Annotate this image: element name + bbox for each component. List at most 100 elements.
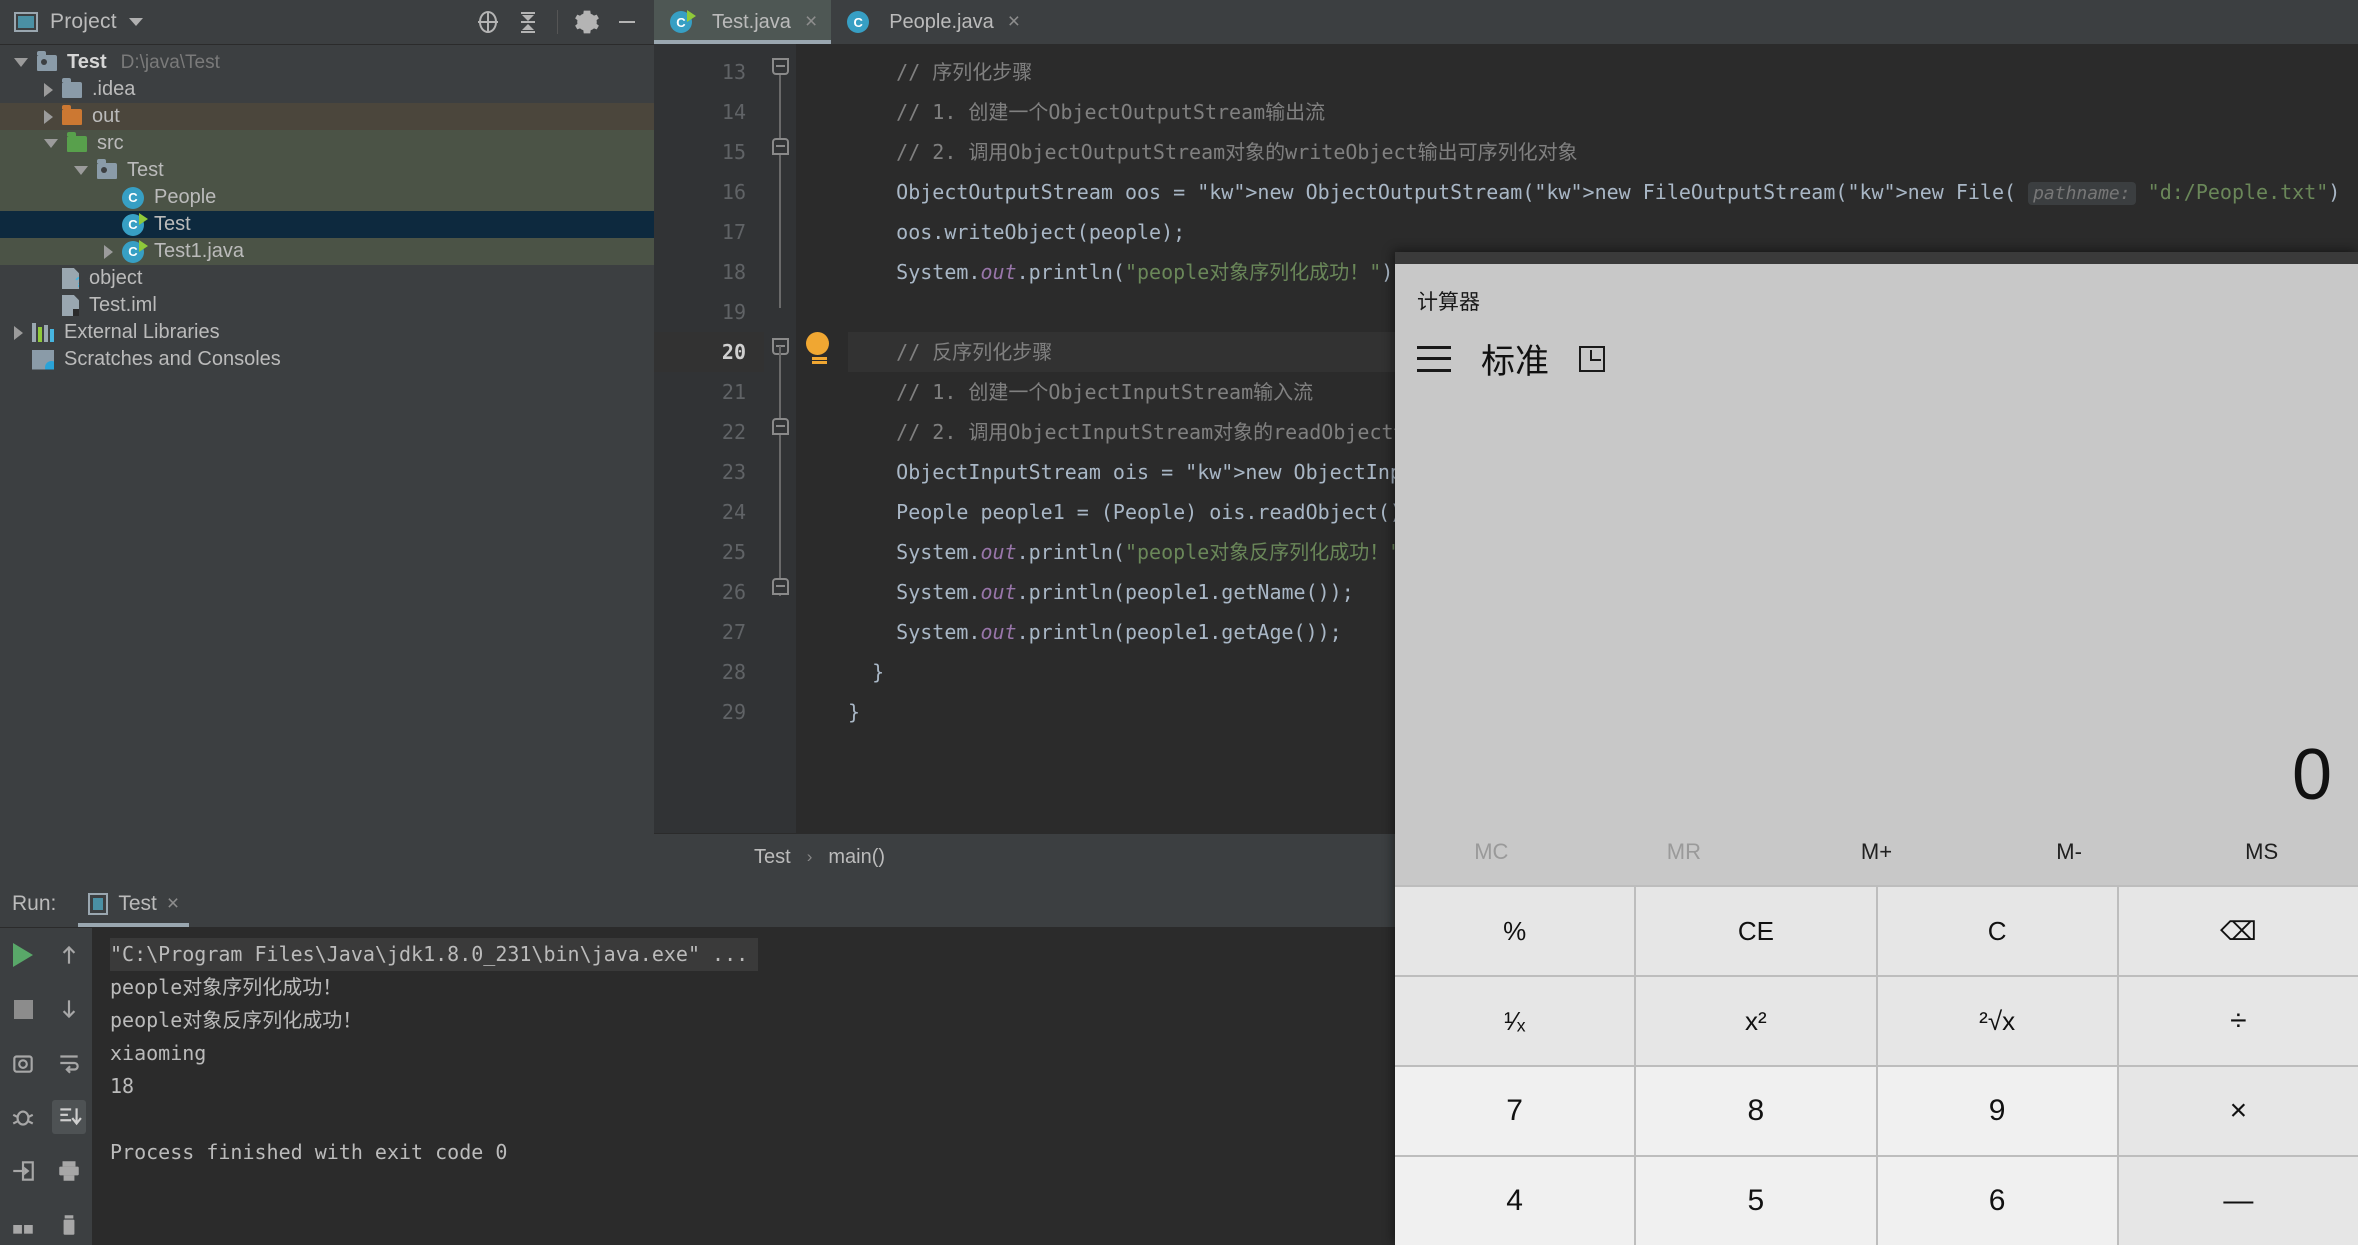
intention-bulb-strip[interactable] [796,44,848,834]
gear-icon[interactable] [570,5,604,39]
line-number[interactable]: 25 [654,532,764,572]
line-number[interactable]: 21 [654,372,764,412]
tree-item-people[interactable]: C People [0,184,654,211]
calc-key-7[interactable]: 7 [1395,1067,1635,1155]
tree-item-label: Test1.java [154,240,245,262]
code-line[interactable]: ObjectOutputStream oos = "kw">new Object… [848,172,2358,212]
layout-icon[interactable] [6,1208,40,1242]
run-configuration-tab[interactable]: Test × [74,880,193,927]
calc-key-6[interactable]: 6 [1877,1157,2117,1245]
memory-button-mplus[interactable]: M+ [1780,839,1973,865]
line-number[interactable]: 18 [654,252,764,292]
tree-item-external-libraries[interactable]: External Libraries [0,319,654,346]
toolbar-divider [557,10,558,34]
tree-item-src[interactable]: src [0,130,654,157]
calc-key-[interactable]: % [1395,887,1635,975]
calc-key-x[interactable]: x² [1636,977,1876,1065]
code-line[interactable]: oos.writeObject(people); [848,212,2358,252]
tree-item-label: Test [154,213,191,235]
calc-key-8[interactable]: 8 [1636,1067,1876,1155]
chevron-closed-icon[interactable] [44,82,53,97]
code-line[interactable]: // 2. 调用ObjectOutputStream对象的writeObject… [848,132,2358,172]
line-number[interactable]: 28 [654,652,764,692]
chevron-open-icon[interactable] [14,58,28,67]
arrow-up-icon[interactable] [52,938,86,972]
calc-key-x[interactable]: ²√x [1877,977,2117,1065]
calc-key-4[interactable]: 4 [1395,1157,1635,1245]
chevron-closed-icon[interactable] [44,109,53,124]
lightbulb-icon[interactable] [806,332,832,360]
chevron-closed-icon[interactable] [14,325,23,340]
import-icon[interactable] [6,1154,40,1188]
soft-wrap-icon[interactable] [52,1046,86,1080]
close-icon[interactable]: × [167,892,179,916]
calc-key-CE[interactable]: CE [1636,887,1876,975]
project-tree[interactable]: Test D:\java\Test .idea out src Test C People C T… [0,45,654,373]
line-number[interactable]: 27 [654,612,764,652]
calc-key-5[interactable]: 5 [1636,1157,1876,1245]
tree-item-test-iml[interactable]: Test.iml [0,292,654,319]
line-number[interactable]: 29 [654,692,764,732]
code-folding-strip[interactable] [764,44,796,834]
fold-marker-icon[interactable] [772,578,789,595]
line-number[interactable]: 13 [654,52,764,92]
line-number[interactable]: 22 [654,412,764,452]
line-number[interactable]: 24 [654,492,764,532]
memory-button-ms[interactable]: MS [2165,839,2358,865]
code-line[interactable]: // 序列化步骤 [848,52,2358,92]
screenshot-icon[interactable] [6,1046,40,1080]
hide-panel-icon[interactable] [610,5,644,39]
close-icon[interactable]: × [1008,10,1020,34]
history-icon[interactable] [1579,345,1605,372]
calc-key-[interactable]: ¹⁄ₓ [1395,977,1635,1065]
memory-button-mminus[interactable]: M- [1973,839,2166,865]
collapse-all-icon[interactable] [511,5,545,39]
calc-key-9[interactable]: 9 [1877,1067,2117,1155]
tree-item-test[interactable]: Test D:\java\Test [0,49,654,76]
scroll-to-end-icon[interactable] [52,1100,86,1134]
calc-key-[interactable]: — [2118,1157,2358,1245]
line-number[interactable]: 16 [654,172,764,212]
chevron-down-icon[interactable] [128,18,143,26]
code-line[interactable]: // 1. 创建一个ObjectOutputStream输出流 [848,92,2358,132]
line-number[interactable]: 26 [654,572,764,612]
line-number[interactable]: 15 [654,132,764,172]
hamburger-icon[interactable] [1417,345,1451,372]
calc-key-C[interactable]: C [1877,887,2117,975]
close-icon[interactable]: × [805,10,817,34]
tree-item-object[interactable]: ? object [0,265,654,292]
run-icon[interactable] [6,938,40,972]
breadcrumb-item-class[interactable]: Test [754,846,791,869]
line-number[interactable]: 19 [654,292,764,332]
chevron-open-icon[interactable] [74,166,88,175]
breadcrumb-item-method[interactable]: main() [828,846,885,869]
print-icon[interactable] [52,1154,86,1188]
folder-orange-icon [62,104,82,125]
fold-marker-icon[interactable] [772,138,789,155]
stop-icon[interactable] [6,992,40,1026]
tree-item-test[interactable]: Test [0,157,654,184]
fold-marker-icon[interactable] [772,58,789,75]
calc-key-[interactable]: ⌫ [2118,887,2358,975]
editor-tab-test-java[interactable]: C Test.java × [654,0,832,44]
line-number[interactable]: 23 [654,452,764,492]
arrow-down-icon[interactable] [52,992,86,1026]
trash-icon[interactable] [52,1208,86,1242]
module-folder-icon [37,50,57,71]
editor-tab-people-java[interactable]: C People.java × [831,0,1034,44]
tree-item-out[interactable]: out [0,103,654,130]
line-number[interactable]: 17 [654,212,764,252]
fold-marker-icon[interactable] [772,418,789,435]
chevron-closed-icon[interactable] [104,244,113,259]
tree-item-test[interactable]: C Test [0,211,654,238]
calc-key-[interactable]: × [2118,1067,2358,1155]
chevron-open-icon[interactable] [44,139,58,148]
calc-key-[interactable]: ÷ [2118,977,2358,1065]
tree-item-test1-java[interactable]: C Test1.java [0,238,654,265]
locate-icon[interactable] [471,5,505,39]
tree-item-scratches-and-consoles[interactable]: Scratches and Consoles [0,346,654,373]
debug-icon[interactable] [6,1100,40,1134]
line-number[interactable]: 14 [654,92,764,132]
line-number[interactable]: 20 [654,332,764,372]
tree-item--idea[interactable]: .idea [0,76,654,103]
